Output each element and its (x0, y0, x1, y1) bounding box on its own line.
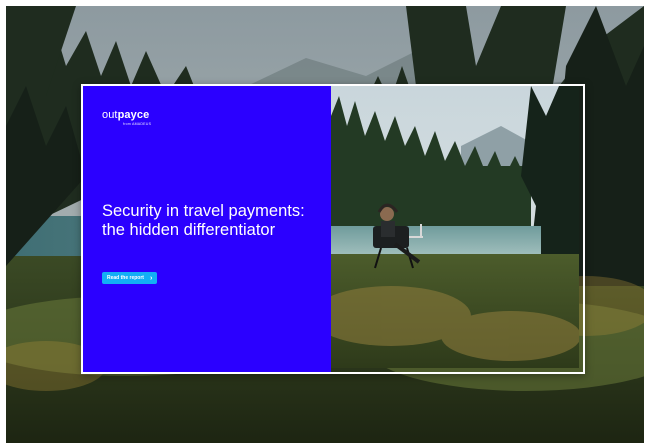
lakeside-traveler-photo (311, 86, 581, 368)
promo-photo (311, 86, 583, 372)
promo-panel: outpayce from AMADEUS Security in travel… (83, 86, 331, 372)
promo-headline: Security in travel payments: the hidden … (102, 202, 305, 239)
hero-background: outpayce from AMADEUS Security in travel… (6, 6, 644, 443)
promo-card: outpayce from AMADEUS Security in travel… (81, 84, 585, 374)
logo-tagline: from AMADEUS (123, 122, 152, 126)
chevron-right-icon: › (149, 274, 153, 282)
logo-wordmark: outpayce (102, 109, 150, 121)
outpayce-logo[interactable]: outpayce from AMADEUS (102, 106, 151, 127)
read-report-button[interactable]: Read the report › (102, 272, 158, 284)
read-report-label: Read the report (107, 275, 144, 281)
